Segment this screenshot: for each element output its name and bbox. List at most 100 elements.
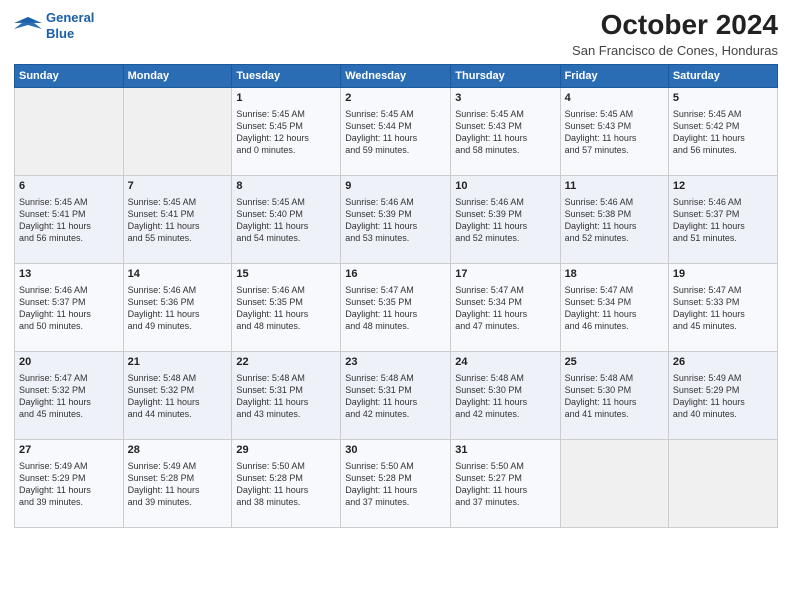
day-number: 22 [236,355,336,370]
day-info: Daylight: 11 hours [455,308,555,320]
day-info: Sunrise: 5:47 AM [673,284,773,296]
day-info: and 54 minutes. [236,232,336,244]
day-number: 3 [455,91,555,106]
calendar-cell: 5Sunrise: 5:45 AMSunset: 5:42 PMDaylight… [668,87,777,175]
day-info: Sunrise: 5:45 AM [345,108,446,120]
day-info: Sunrise: 5:46 AM [128,284,228,296]
day-number: 31 [455,443,555,458]
day-number: 9 [345,179,446,194]
day-info: Sunrise: 5:48 AM [455,372,555,384]
day-of-week-header: Wednesday [341,64,451,87]
calendar-cell: 28Sunrise: 5:49 AMSunset: 5:28 PMDayligh… [123,439,232,527]
day-info: Daylight: 11 hours [128,308,228,320]
calendar-header-row: SundayMondayTuesdayWednesdayThursdayFrid… [15,64,778,87]
day-info: and 44 minutes. [128,408,228,420]
calendar-cell: 29Sunrise: 5:50 AMSunset: 5:28 PMDayligh… [232,439,341,527]
day-info: and 0 minutes. [236,144,336,156]
day-info: and 39 minutes. [19,496,119,508]
day-info: Sunrise: 5:46 AM [455,196,555,208]
day-info: and 56 minutes. [673,144,773,156]
logo-line1: General [46,10,94,25]
day-info: and 52 minutes. [565,232,664,244]
day-of-week-header: Friday [560,64,668,87]
calendar-cell: 21Sunrise: 5:48 AMSunset: 5:32 PMDayligh… [123,351,232,439]
day-info: and 42 minutes. [345,408,446,420]
day-info: Sunrise: 5:50 AM [345,460,446,472]
day-number: 2 [345,91,446,106]
calendar-cell: 1Sunrise: 5:45 AMSunset: 5:45 PMDaylight… [232,87,341,175]
day-info: Sunset: 5:30 PM [455,384,555,396]
day-info: and 48 minutes. [236,320,336,332]
day-info: Sunrise: 5:48 AM [128,372,228,384]
day-info: and 56 minutes. [19,232,119,244]
day-info: Daylight: 11 hours [345,484,446,496]
header: General Blue October 2024 San Francisco … [14,10,778,58]
day-info: Daylight: 11 hours [128,220,228,232]
month-title: October 2024 [572,10,778,41]
day-number: 8 [236,179,336,194]
calendar-cell: 12Sunrise: 5:46 AMSunset: 5:37 PMDayligh… [668,175,777,263]
day-info: Sunrise: 5:45 AM [128,196,228,208]
day-number: 11 [565,179,664,194]
day-of-week-header: Thursday [451,64,560,87]
day-info: and 37 minutes. [455,496,555,508]
day-info: and 41 minutes. [565,408,664,420]
day-info: Sunset: 5:34 PM [455,296,555,308]
day-info: Daylight: 11 hours [19,484,119,496]
day-info: and 49 minutes. [128,320,228,332]
calendar-cell: 24Sunrise: 5:48 AMSunset: 5:30 PMDayligh… [451,351,560,439]
day-of-week-header: Monday [123,64,232,87]
day-number: 19 [673,267,773,282]
day-info: and 57 minutes. [565,144,664,156]
day-info: Sunset: 5:41 PM [128,208,228,220]
day-info: Sunset: 5:36 PM [128,296,228,308]
day-info: Sunset: 5:39 PM [345,208,446,220]
day-info: Sunset: 5:44 PM [345,120,446,132]
day-info: Sunrise: 5:46 AM [345,196,446,208]
day-info: Daylight: 11 hours [455,484,555,496]
day-info: Daylight: 11 hours [19,220,119,232]
day-info: Sunset: 5:35 PM [236,296,336,308]
day-number: 14 [128,267,228,282]
day-info: and 45 minutes. [673,320,773,332]
calendar-cell: 18Sunrise: 5:47 AMSunset: 5:34 PMDayligh… [560,263,668,351]
day-info: Daylight: 11 hours [565,132,664,144]
day-info: and 52 minutes. [455,232,555,244]
day-number: 7 [128,179,228,194]
main-container: General Blue October 2024 San Francisco … [0,0,792,612]
day-info: Daylight: 11 hours [345,308,446,320]
day-info: Sunset: 5:28 PM [128,472,228,484]
calendar-week-row: 13Sunrise: 5:46 AMSunset: 5:37 PMDayligh… [15,263,778,351]
day-info: Sunset: 5:43 PM [455,120,555,132]
logo-icon [14,15,42,37]
calendar-cell: 10Sunrise: 5:46 AMSunset: 5:39 PMDayligh… [451,175,560,263]
day-info: Sunrise: 5:50 AM [455,460,555,472]
calendar-cell: 22Sunrise: 5:48 AMSunset: 5:31 PMDayligh… [232,351,341,439]
day-number: 25 [565,355,664,370]
logo: General Blue [14,10,94,41]
day-info: Sunrise: 5:46 AM [565,196,664,208]
day-info: Daylight: 11 hours [673,220,773,232]
calendar-cell: 7 Sunrise: 5:45 AMSunset: 5:41 PMDaylight… [123,175,232,263]
day-info: Sunrise: 5:47 AM [345,284,446,296]
day-of-week-header: Sunday [15,64,124,87]
day-info: Daylight: 11 hours [565,220,664,232]
day-info: Sunrise: 5:46 AM [19,284,119,296]
day-info: Sunrise: 5:45 AM [19,196,119,208]
day-number: 29 [236,443,336,458]
calendar-cell: 9 Sunrise: 5:46 AMSunset: 5:39 PMDaylight… [341,175,451,263]
day-info: Daylight: 11 hours [345,220,446,232]
day-number: 24 [455,355,555,370]
location-subtitle: San Francisco de Cones, Honduras [572,43,778,58]
day-info: Daylight: 11 hours [19,308,119,320]
day-info: Daylight: 11 hours [565,308,664,320]
calendar-cell: 2Sunrise: 5:45 AMSunset: 5:44 PMDaylight… [341,87,451,175]
calendar-cell [123,87,232,175]
day-info: Daylight: 11 hours [673,308,773,320]
day-info: Sunrise: 5:46 AM [236,284,336,296]
day-info: Daylight: 11 hours [455,220,555,232]
day-of-week-header: Saturday [668,64,777,87]
day-info: Sunset: 5:43 PM [565,120,664,132]
day-info: Sunrise: 5:45 AM [673,108,773,120]
day-number: 18 [565,267,664,282]
